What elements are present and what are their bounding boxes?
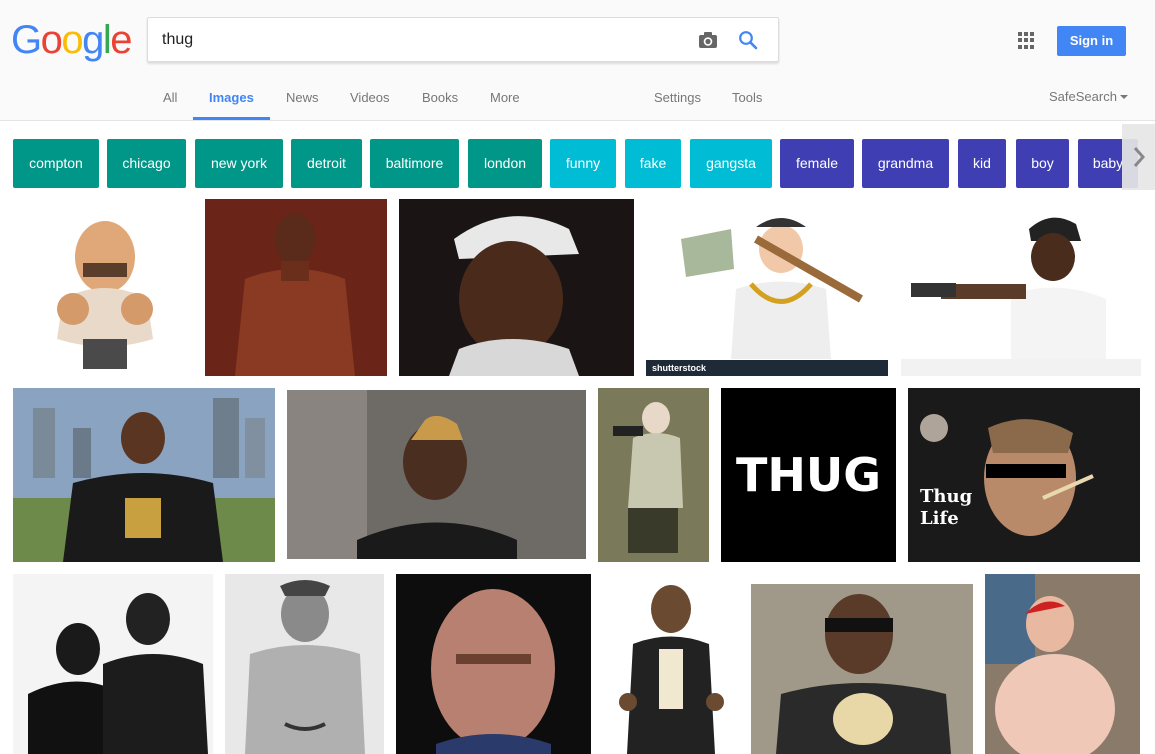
duo-bw-thumbnail [13, 574, 213, 754]
rapper-skyline-thumbnail [13, 388, 275, 562]
google-logo[interactable]: Google [11, 18, 132, 63]
tab-videos[interactable]: Videos [350, 90, 390, 105]
tab-images[interactable]: Images [209, 90, 254, 105]
logo-letter: e [110, 18, 132, 62]
image-result[interactable] [399, 199, 634, 376]
tab-tools[interactable]: Tools [732, 90, 762, 105]
logo-letter: l [102, 18, 112, 62]
image-result[interactable] [396, 574, 591, 754]
search-input[interactable] [162, 28, 682, 52]
chip-grandma[interactable]: grandma [862, 139, 949, 188]
active-tab-indicator [193, 117, 270, 120]
chip-detroit[interactable]: detroit [291, 139, 362, 188]
apps-grid-icon[interactable] [1018, 32, 1035, 49]
tab-settings[interactable]: Settings [654, 90, 701, 105]
chips-next-button[interactable] [1122, 124, 1155, 190]
image-result[interactable] [13, 574, 213, 754]
young-rapper-thumbnail [287, 390, 586, 559]
logo-letter: o [40, 18, 63, 62]
tab-news[interactable]: News [286, 90, 319, 105]
thug-life-meme-thumbnail [908, 388, 1140, 562]
search-tabs: All Images News Videos Books More Settin… [0, 80, 1155, 120]
caret-down-icon [1119, 95, 1128, 99]
image-result[interactable] [225, 574, 384, 754]
image-result[interactable] [287, 390, 586, 559]
logo-letter: G [11, 18, 42, 62]
related-search-chips: compton chicago new york detroit baltimo… [0, 139, 1155, 188]
image-result[interactable] [901, 199, 1141, 376]
safesearch-dropdown[interactable]: SafeSearch [1049, 89, 1128, 104]
stock-thug-bat-thumbnail [646, 199, 888, 376]
image-result[interactable] [598, 388, 709, 562]
image-result[interactable]: THUG [721, 388, 896, 562]
chip-baltimore[interactable]: baltimore [370, 139, 459, 188]
chip-compton[interactable]: compton [13, 139, 99, 188]
grandma-gun-thumbnail [598, 388, 709, 562]
rapper-cap-thumbnail [399, 199, 634, 376]
chip-boy[interactable]: boy [1016, 139, 1069, 188]
thug-life-tattoo-thumbnail [985, 574, 1140, 754]
tab-books[interactable]: Books [422, 90, 458, 105]
top-bar: Google Sign in All Images News Videos Bo… [0, 0, 1155, 121]
chip-fake[interactable]: fake [625, 139, 681, 188]
search-icon[interactable] [738, 30, 758, 50]
chip-female[interactable]: female [780, 139, 854, 188]
thug-life-caption: Thug Life [920, 486, 973, 529]
tattooed-man-thumbnail [225, 574, 384, 754]
sign-in-button[interactable]: Sign in [1057, 26, 1126, 56]
image-result[interactable] [985, 574, 1140, 754]
rapper-chain-thumbnail [751, 584, 973, 754]
image-result[interactable] [13, 388, 275, 562]
shirtless-man-thumbnail [205, 199, 387, 376]
logo-letter: o [61, 18, 83, 62]
chip-kid[interactable]: kid [958, 139, 1006, 188]
tab-more[interactable]: More [490, 90, 520, 105]
camera-icon[interactable] [698, 30, 718, 50]
safesearch-label: SafeSearch [1049, 89, 1117, 104]
image-result[interactable]: Thug Life [908, 388, 1140, 562]
image-result[interactable] [751, 584, 973, 754]
rapper-jacket-thumbnail [603, 574, 739, 754]
chip-london[interactable]: london [468, 139, 542, 188]
image-result[interactable] [13, 199, 196, 376]
tab-all[interactable]: All [163, 90, 177, 105]
watermark-text: shutterstock [652, 363, 707, 373]
chevron-right-icon [1133, 147, 1146, 167]
chip-gangsta[interactable]: gangsta [690, 139, 772, 188]
image-result[interactable] [205, 199, 387, 376]
gun-pointing-man-thumbnail [901, 199, 1141, 376]
thug-mask-thumbnail [396, 574, 591, 754]
logo-letter: g [82, 18, 104, 62]
image-result[interactable]: shutterstock [646, 199, 888, 376]
chip-funny[interactable]: funny [550, 139, 616, 188]
chip-new-york[interactable]: new york [195, 139, 283, 188]
chip-chicago[interactable]: chicago [107, 139, 186, 188]
search-box [147, 17, 779, 62]
cartoon-thug-thumbnail [13, 199, 196, 376]
image-result[interactable] [603, 574, 739, 754]
thug-word-image: THUG [736, 448, 881, 502]
